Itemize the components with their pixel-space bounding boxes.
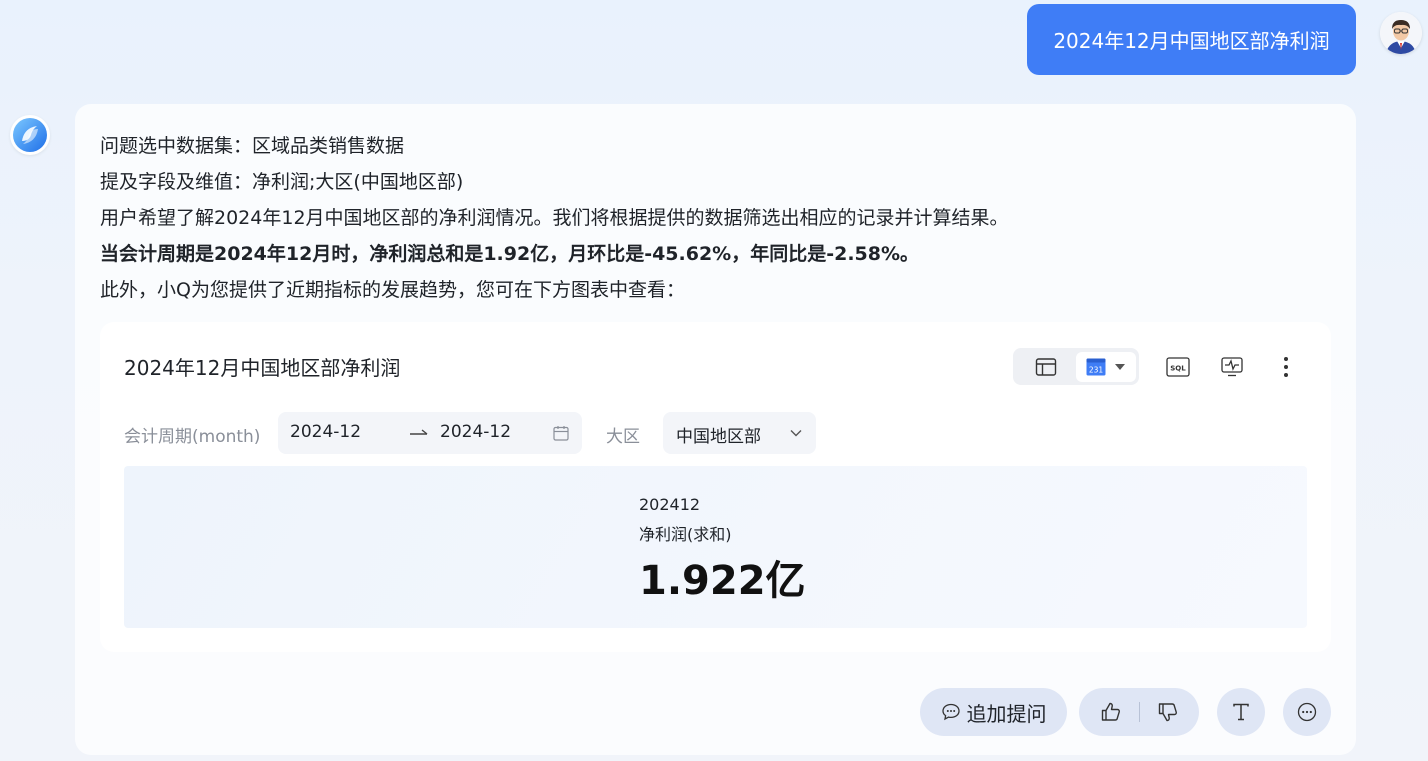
assistant-avatar (10, 115, 50, 155)
fields-line: 提及字段及维值：净利润;大区(中国地区部) (100, 171, 464, 193)
more-actions-button[interactable] (1283, 688, 1331, 736)
more-horizontal-icon (1297, 702, 1317, 722)
chat-bubble-icon (941, 703, 960, 721)
feedback-divider (1138, 702, 1140, 722)
caret-down-icon (1115, 364, 1125, 370)
thumbs-down-icon (1158, 703, 1177, 722)
thumbs-down-button[interactable] (1148, 692, 1188, 732)
user-avatar[interactable] (1380, 12, 1422, 54)
insight-button[interactable] (1218, 354, 1246, 380)
svg-text:SQL: SQL (1170, 365, 1186, 373)
more-options-button[interactable] (1272, 354, 1300, 380)
assistant-logo-icon (13, 118, 47, 152)
sql-button[interactable]: SQL (1164, 354, 1192, 380)
user-avatar-icon (1380, 12, 1422, 54)
thumbs-up-icon (1101, 702, 1120, 721)
svg-text:231: 231 (1089, 366, 1104, 375)
follow-up-label: 追加提问 (966, 701, 1047, 726)
intent-line: 用户希望了解2024年12月中国地区部的净利润情况。我们将根据提供的数据筛选出相… (100, 207, 1009, 229)
answer-text: 问题选中数据集：区域品类销售数据 提及字段及维值：净利润;大区(中国地区部) 用… (100, 128, 1300, 308)
kpi-metric-label: 净利润(求和) (639, 525, 732, 544)
kpi-value: 1.922亿 (639, 558, 806, 604)
table-view-button[interactable] (1030, 354, 1062, 380)
region-filter-label: 大区 (606, 427, 640, 447)
monitor-pulse-icon (1221, 357, 1243, 377)
text-format-icon (1233, 703, 1249, 721)
follow-up-question-button[interactable]: 追加提问 (920, 688, 1067, 736)
feedback-group (1079, 688, 1199, 736)
vertical-dots-icon (1284, 357, 1288, 377)
user-message-text: 2024年12月中国地区部净利润 (1053, 29, 1330, 53)
kpi-view-button[interactable]: 231 (1076, 352, 1136, 382)
date-start-value[interactable]: 2024-12 (290, 422, 361, 442)
region-select-value[interactable]: 中国地区部 (676, 422, 761, 447)
text-format-button[interactable] (1217, 688, 1265, 736)
arrow-right-icon (410, 429, 428, 435)
date-end-value[interactable]: 2024-12 (440, 422, 511, 442)
sql-icon: SQL (1166, 357, 1190, 377)
trend-line: 此外，小Q为您提供了近期指标的发展趋势，您可在下方图表中查看： (100, 279, 685, 301)
chevron-down-icon[interactable] (788, 425, 804, 441)
period-filter-label: 会计周期(month) (124, 427, 261, 447)
result-line: 当会计周期是2024年12月时，净利润总和是1.92亿，月环比是-45.62%，… (100, 243, 920, 265)
calendar-icon[interactable] (552, 424, 570, 442)
dataset-line: 问题选中数据集：区域品类销售数据 (100, 135, 405, 157)
chart-title: 2024年12月中国地区部净利润 (124, 356, 401, 380)
thumbs-up-button[interactable] (1091, 692, 1131, 732)
kpi-card-icon: 231 (1086, 358, 1106, 376)
kpi-period: 202412 (639, 495, 701, 514)
user-message-bubble: 2024年12月中国地区部净利润 (1027, 4, 1356, 75)
table-icon (1035, 358, 1057, 376)
